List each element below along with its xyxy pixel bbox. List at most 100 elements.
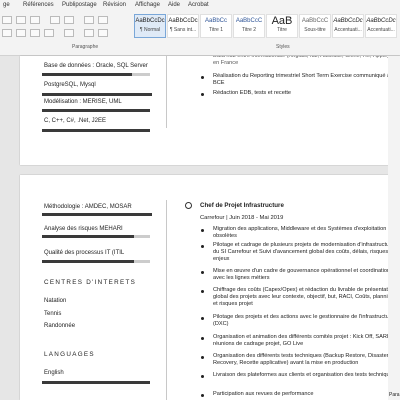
style-no-spacing[interactable]: AaBbCcDc ¶ Sans int... <box>167 14 199 38</box>
interest-item: Tennis <box>44 311 62 317</box>
experience-bullet: Migration des applications, Middleware e… <box>213 226 387 239</box>
skill-quality: Qualité des processus IT (ITIL <box>44 250 125 256</box>
style-sample: AaB <box>271 15 293 27</box>
tab-review[interactable]: Révision <box>103 2 126 8</box>
experience-bullet: Chiffrage des coûts (Capex/Opex) et réda… <box>213 287 396 307</box>
experience-bullet: Organisation et animation des différents… <box>213 334 395 347</box>
skill-modeling: Modélisation : MERISE, UML <box>44 99 122 105</box>
experience-bullet: Participation aux revues de performance <box>213 391 314 397</box>
experience-bullet: Organisation des différents tests techni… <box>213 353 389 366</box>
numbering-button[interactable] <box>16 16 26 24</box>
sort-button[interactable] <box>84 16 94 24</box>
tab-references[interactable]: Références <box>23 2 54 8</box>
document-page-2[interactable]: Méthodologie : AMDEC, MOSAR Analyse des … <box>20 175 400 400</box>
column-divider <box>166 200 167 400</box>
skill-bar-rest <box>132 73 150 76</box>
skill-bar-rest <box>134 235 150 238</box>
style-name: Sous-titre <box>304 27 326 33</box>
cut-off-line: Data hub entre internationale (Anglais, … <box>213 56 396 66</box>
bullet <box>201 356 204 359</box>
interest-item: Randonnée <box>44 323 76 329</box>
skill-bar <box>42 129 150 132</box>
language-item: English <box>44 370 64 376</box>
skill-risk-analysis: Analyse des risques MEHARI <box>44 226 123 232</box>
style-subtitle[interactable]: AaBbCcC Sous-titre <box>299 14 331 38</box>
shading-button[interactable] <box>84 29 94 37</box>
bullet <box>201 245 204 248</box>
experience-bullet: Rédaction EDB, tests et recette <box>213 90 292 96</box>
timeline-marker <box>185 202 192 209</box>
increase-indent-button[interactable] <box>64 16 74 24</box>
bullet <box>201 229 204 232</box>
styles-group-label: Styles <box>276 44 290 50</box>
style-name: Titre 1 <box>209 27 223 33</box>
tab-view[interactable]: Affichage <box>135 2 160 8</box>
style-sample: AaBbCcC <box>301 18 329 24</box>
interest-item: Natation <box>44 298 67 304</box>
style-title[interactable]: AaB Titre <box>266 14 298 38</box>
style-sample: AaBbCcDc <box>366 18 396 24</box>
borders-button[interactable] <box>98 29 108 37</box>
style-heading-2[interactable]: AaBbCcC Titre 2 <box>233 14 265 38</box>
pane-label: Para <box>389 392 400 398</box>
style-sample: AaBbCc <box>204 18 227 24</box>
skill-bar <box>42 235 134 238</box>
skill-languages: C, C++, C#, .Net, J2EE <box>44 118 107 124</box>
paragraph-group-label: Paragraphe <box>72 44 99 50</box>
interests-heading: CENTRES D'INTERETS <box>44 279 137 286</box>
job-title: Chef de Projet Infrastructure <box>200 202 284 209</box>
style-heading-1[interactable]: AaBbCc Titre 1 <box>200 14 232 38</box>
skill-bar <box>42 93 152 96</box>
skill-bar <box>42 260 134 263</box>
bullet <box>201 290 204 293</box>
skill-postgresql: PostgreSQL, Mysql <box>44 82 96 88</box>
experience-bullet: Pilotage des projets et des actions avec… <box>213 314 394 327</box>
experience-bullet: Réalisation du Reporting trimestriel Sho… <box>213 73 397 86</box>
skill-bar <box>42 73 132 76</box>
task-pane-edge: Para <box>388 56 400 400</box>
skill-database: Base de données : Oracle, SQL Server <box>44 63 148 69</box>
bullet <box>201 337 204 340</box>
style-sample: AaBbCcDc <box>333 18 363 24</box>
languages-heading: LANGUAGES <box>44 351 95 358</box>
experience-bullet: Pilotage et cadrage de plusieurs projets… <box>213 242 397 262</box>
bullets-button[interactable] <box>2 16 12 24</box>
show-marks-button[interactable] <box>98 16 108 24</box>
styles-gallery: AaBbCcDc ¶ Normal AaBbCcDc ¶ Sans int... A… <box>134 14 400 40</box>
experience-bullet: Mise en œuvre d'un cadre de gouvernance … <box>213 268 391 281</box>
tab-page[interactable]: ge <box>3 2 10 8</box>
style-name: Titre 2 <box>242 27 256 33</box>
align-center-button[interactable] <box>16 29 26 37</box>
decrease-indent-button[interactable] <box>50 16 60 24</box>
style-name: ¶ Normal <box>139 27 161 33</box>
bullet <box>201 76 204 79</box>
ribbon: ge Références Publipostage Révision Affi… <box>0 0 400 56</box>
style-name: Titre <box>277 27 287 33</box>
style-sample: AaBbCcDc <box>135 18 165 24</box>
bullet <box>201 317 204 320</box>
style-sample: AaBbCcC <box>235 18 263 24</box>
column-divider <box>166 56 167 128</box>
skill-bar-rest <box>134 260 150 263</box>
skill-bar <box>42 213 152 216</box>
bullet <box>201 394 204 397</box>
align-left-button[interactable] <box>2 29 12 37</box>
style-emphasis-subtle[interactable]: AaBbCcDc Accentuati... <box>332 14 364 38</box>
style-sample: AaBbCcDc <box>168 18 198 24</box>
document-page-1[interactable]: Base de données : Oracle, SQL Server Pos… <box>20 56 400 165</box>
bullet <box>201 93 204 96</box>
style-name: Accentuati... <box>367 27 395 33</box>
style-normal[interactable]: AaBbCcDc ¶ Normal <box>134 14 166 38</box>
style-emphasis[interactable]: AaBbCcDc Accentuati... <box>365 14 397 38</box>
justify-button[interactable] <box>44 29 54 37</box>
ribbon-tabs: ge Références Publipostage Révision Affi… <box>0 0 400 12</box>
tab-mailings[interactable]: Publipostage <box>62 2 97 8</box>
tab-help[interactable]: Aide <box>168 2 180 8</box>
skill-bar <box>42 109 150 112</box>
multilevel-list-button[interactable] <box>30 16 40 24</box>
align-right-button[interactable] <box>30 29 40 37</box>
line-spacing-button[interactable] <box>64 29 74 37</box>
bullet <box>201 375 204 378</box>
style-name: ¶ Sans int... <box>169 27 197 33</box>
tab-acrobat[interactable]: Acrobat <box>188 2 209 8</box>
